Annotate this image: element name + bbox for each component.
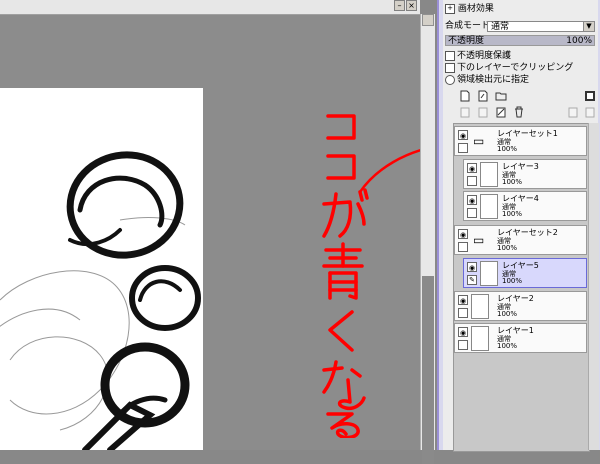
layer-item-1[interactable]: ◉ レイヤー1 通常 100% xyxy=(454,323,587,353)
radio-icon[interactable] xyxy=(445,74,455,85)
eye-icon[interactable]: ◉ xyxy=(458,229,468,239)
eye-icon[interactable]: ◉ xyxy=(458,295,468,305)
clipping-checkbox[interactable]: 下のレイヤーでクリッピング xyxy=(445,62,573,74)
blend-mode-value: 通常 xyxy=(491,22,510,32)
lock-toggle[interactable] xyxy=(467,208,477,218)
opacity-slider[interactable]: 不透明度 100% xyxy=(445,35,595,46)
layer-name: レイヤー2 xyxy=(497,294,534,303)
layer-name: レイヤー5 xyxy=(502,261,539,270)
lock-toggle[interactable] xyxy=(467,176,477,186)
eye-icon[interactable]: ◉ xyxy=(458,130,468,140)
layer-thumbnail xyxy=(471,294,489,319)
layer-thumbnail xyxy=(480,261,498,286)
layer-item-set1[interactable]: ◉ ▭ レイヤーセット1 通常 100% xyxy=(454,126,587,156)
layer-name: レイヤーセット2 xyxy=(497,228,558,237)
canvas-area[interactable]: – × xyxy=(0,0,420,450)
eye-icon[interactable]: ◉ xyxy=(467,195,477,205)
layer-opacity: 100% xyxy=(497,145,518,153)
clear-layer-icon[interactable] xyxy=(495,106,507,118)
selection-source-radio[interactable]: 領域検出元に指定 xyxy=(445,74,529,86)
pen-icon[interactable]: ✎ xyxy=(467,275,477,285)
expand-icon[interactable]: + xyxy=(445,3,455,14)
scroll-up-button[interactable] xyxy=(422,14,434,26)
layer-settings-icon[interactable] xyxy=(584,90,596,102)
layer-thumbnail xyxy=(471,326,489,351)
eye-icon[interactable]: ◉ xyxy=(467,163,477,173)
layer-opacity: 100% xyxy=(502,210,523,218)
layer-panel: + 画材効果 合成モード 通常 ▼ 不透明度 100% 不透明度保護 下のレイヤ… xyxy=(437,0,600,452)
selection-source-label: 領域検出元に指定 xyxy=(457,75,530,85)
new-folder-icon[interactable] xyxy=(495,90,507,102)
layer-toolbar xyxy=(447,90,597,120)
checkbox-icon[interactable] xyxy=(445,62,455,73)
layer-name: レイヤー3 xyxy=(502,162,539,171)
layer-opacity: 100% xyxy=(502,277,523,285)
lock-toggle[interactable] xyxy=(458,242,468,252)
scroll-thumb[interactable] xyxy=(422,276,434,464)
layer-name: レイヤー4 xyxy=(502,194,539,203)
layer-item-4[interactable]: ◉ レイヤー4 通常 100% xyxy=(463,191,587,221)
lock-toggle[interactable] xyxy=(458,340,468,350)
blend-mode-select[interactable]: 通常 ▼ xyxy=(487,21,595,32)
eye-icon[interactable]: ◉ xyxy=(467,262,477,272)
blend-mode-label: 合成モード xyxy=(445,21,491,31)
brush-effect-header[interactable]: + 画材効果 xyxy=(445,3,494,15)
copy-layer-icon[interactable] xyxy=(459,106,471,118)
layer-list: ◉ ▭ レイヤーセット1 通常 100% ◉ レイヤー3 通常 100% ◉ レ… xyxy=(453,123,590,452)
layer-name: レイヤーセット1 xyxy=(497,129,558,138)
layer-item-3[interactable]: ◉ レイヤー3 通常 100% xyxy=(463,159,587,189)
chevron-down-icon: ▼ xyxy=(583,22,594,31)
checkbox-icon[interactable] xyxy=(445,50,455,61)
layer-opacity: 100% xyxy=(497,342,518,350)
transfer-down-icon[interactable] xyxy=(567,106,579,118)
layer-item-5[interactable]: ◉ ✎ レイヤー5 通常 100% xyxy=(463,258,587,288)
preserve-opacity-checkbox[interactable]: 不透明度保護 xyxy=(445,50,511,62)
annotation-text xyxy=(318,108,370,440)
layer-opacity: 100% xyxy=(497,310,518,318)
opacity-value: 100% xyxy=(566,36,592,46)
layer-opacity: 100% xyxy=(502,178,523,186)
clipping-label: 下のレイヤーでクリッピング xyxy=(457,63,574,73)
preserve-opacity-label: 不透明度保護 xyxy=(457,51,512,61)
layer-name: レイヤー1 xyxy=(497,326,534,335)
delete-icon[interactable] xyxy=(513,106,525,118)
canvas-vertical-scrollbar[interactable] xyxy=(420,14,435,464)
layer-item-2[interactable]: ◉ レイヤー2 通常 100% xyxy=(454,291,587,321)
eye-icon[interactable]: ◉ xyxy=(458,327,468,337)
layer-item-set2[interactable]: ◉ ▭ レイヤーセット2 通常 100% xyxy=(454,225,587,255)
folder-icon: ▭ xyxy=(473,134,485,148)
lock-toggle[interactable] xyxy=(458,308,468,318)
opacity-label: 不透明度 xyxy=(448,36,485,46)
merge-visible-icon[interactable] xyxy=(584,106,596,118)
new-layer-icon[interactable] xyxy=(459,90,471,102)
folder-icon: ▭ xyxy=(473,233,485,247)
new-vector-layer-icon[interactable] xyxy=(477,90,489,102)
layer-thumbnail xyxy=(480,194,498,219)
layer-opacity: 100% xyxy=(497,244,518,252)
layer-list-scrollbar[interactable] xyxy=(588,123,599,450)
panel-title: 画材効果 xyxy=(457,4,494,14)
merge-down-icon[interactable] xyxy=(477,106,489,118)
layer-thumbnail xyxy=(480,162,498,187)
lock-toggle[interactable] xyxy=(458,143,468,153)
